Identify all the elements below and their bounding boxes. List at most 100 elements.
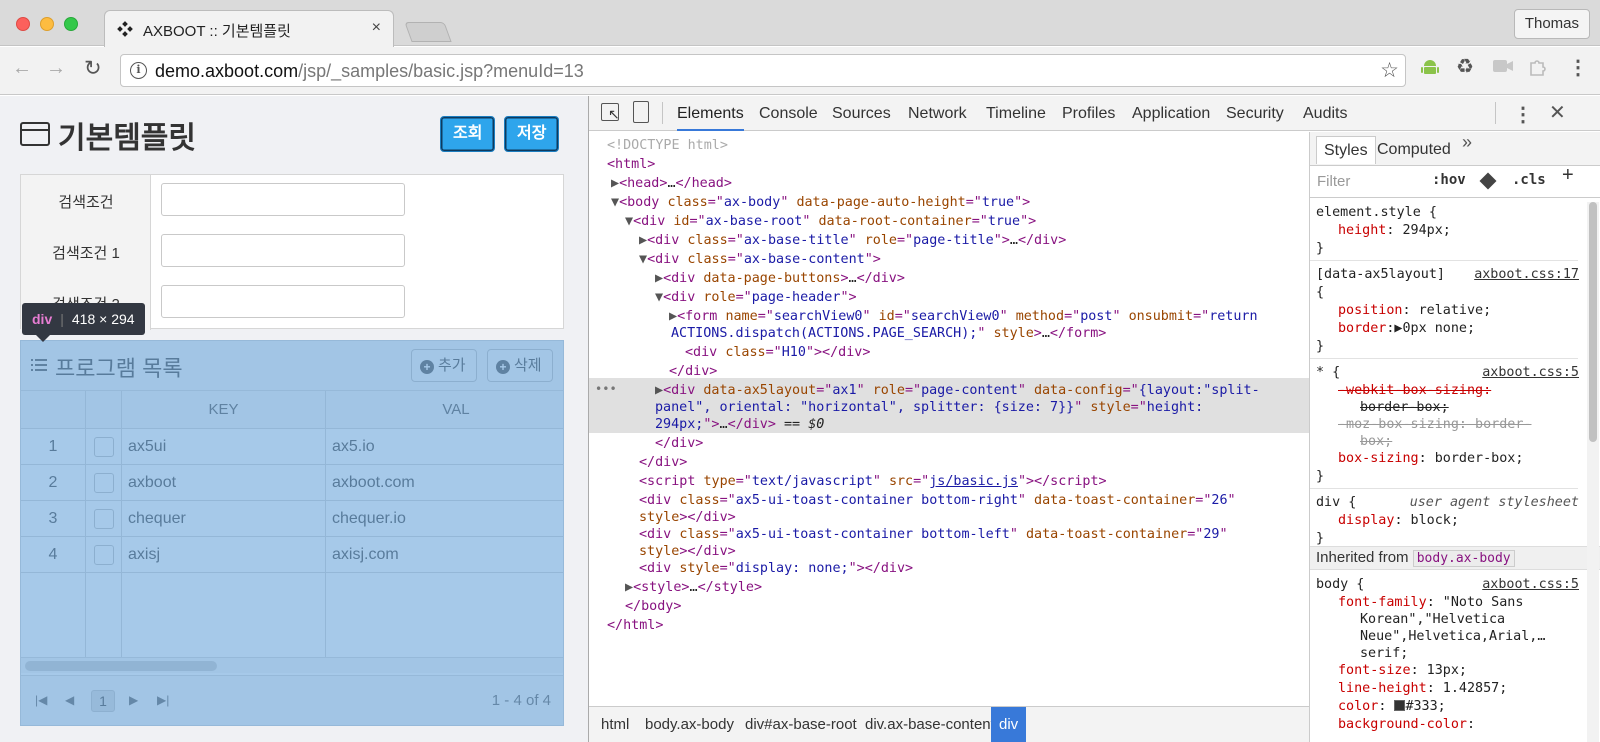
style-rule-line[interactable]: element.style { bbox=[1316, 204, 1437, 221]
breadcrumb-body[interactable]: body.ax-body bbox=[637, 707, 742, 742]
device-toggle-icon[interactable] bbox=[633, 101, 649, 123]
puzzle-extension-icon[interactable] bbox=[1528, 57, 1548, 81]
tree-line[interactable]: ACTIONS.dispatch(ACTIONS.PAGE_SEARCH);" … bbox=[671, 324, 1309, 343]
tree-line[interactable]: ▼<body class="ax-body" data-page-auto-he… bbox=[611, 193, 1309, 212]
scrollbar-thumb[interactable] bbox=[25, 661, 217, 671]
styles-scrollbar[interactable] bbox=[1587, 202, 1599, 742]
bookmark-star-icon[interactable]: ☆ bbox=[1380, 58, 1399, 83]
breadcrumb-base-root[interactable]: div#ax-base-root bbox=[737, 707, 865, 742]
recycle-extension-icon[interactable]: ♻ bbox=[1456, 57, 1474, 77]
style-rule-line[interactable]: height: 294px; bbox=[1338, 222, 1451, 239]
tab-console[interactable]: Console bbox=[759, 96, 818, 131]
row-checkbox[interactable] bbox=[94, 509, 114, 529]
row-key[interactable]: axisj bbox=[122, 537, 326, 573]
class-toggle[interactable]: .cls bbox=[1512, 172, 1546, 189]
row-key[interactable]: axboot bbox=[122, 465, 326, 501]
tree-line[interactable]: <div class="H10"></div> bbox=[685, 343, 1309, 362]
style-rule-line[interactable]: serif; bbox=[1360, 645, 1408, 662]
minimize-window-button[interactable] bbox=[40, 17, 54, 31]
browser-menu-icon[interactable]: ⋮ bbox=[1568, 55, 1588, 80]
row-checkbox[interactable] bbox=[94, 473, 114, 493]
hover-state-toggle[interactable]: :hov bbox=[1432, 172, 1466, 189]
forward-arrow-icon[interactable]: → bbox=[46, 57, 66, 80]
row-check-cell[interactable] bbox=[86, 501, 122, 537]
column-header-val[interactable]: VAL bbox=[326, 391, 563, 429]
table-row[interactable]: 3 chequer chequer.io bbox=[21, 501, 563, 537]
page-number-current[interactable]: 1 bbox=[91, 690, 115, 712]
row-check-cell[interactable] bbox=[86, 537, 122, 573]
style-rule-line[interactable]: div { bbox=[1316, 494, 1356, 511]
row-checkbox[interactable] bbox=[94, 437, 114, 457]
color-swatch[interactable] bbox=[1394, 700, 1406, 711]
breadcrumb-base-content[interactable]: div.ax-base-content bbox=[857, 707, 1003, 742]
tab-security[interactable]: Security bbox=[1226, 96, 1284, 131]
paint-icon[interactable] bbox=[1479, 172, 1497, 190]
element-picker-icon[interactable] bbox=[601, 103, 620, 123]
camera-extension-icon[interactable] bbox=[1492, 57, 1514, 79]
reload-icon[interactable]: ↻ bbox=[84, 56, 102, 81]
tab-close-icon[interactable]: × bbox=[372, 19, 381, 37]
source-link[interactable]: axboot.css:5 bbox=[1482, 364, 1579, 381]
breadcrumb-html[interactable]: html bbox=[593, 707, 637, 742]
tab-profiles[interactable]: Profiles bbox=[1062, 96, 1115, 131]
tree-line[interactable]: ▼<div id="ax-base-root" data-root-contai… bbox=[625, 212, 1309, 231]
row-val[interactable]: axboot.com bbox=[326, 465, 563, 501]
style-rule-line[interactable]: line-height: 1.42857; bbox=[1338, 680, 1507, 697]
tab-styles[interactable]: Styles bbox=[1316, 136, 1376, 164]
browser-tab-active[interactable]: AXBOOT :: 기본템플릿 × bbox=[104, 10, 394, 47]
style-rule-line[interactable]: Neue",Helvetica,Arial,… bbox=[1360, 628, 1545, 645]
android-extension-icon[interactable] bbox=[1420, 57, 1440, 81]
tree-line[interactable]: ▼<div role="page-header"> bbox=[655, 288, 1309, 307]
table-row[interactable]: 2 axboot axboot.com bbox=[21, 465, 563, 501]
tab-network[interactable]: Network bbox=[908, 96, 967, 131]
style-rule-line[interactable]: border:▶0px none; bbox=[1338, 320, 1475, 337]
style-rule-line[interactable]: body { bbox=[1316, 576, 1364, 593]
source-link[interactable]: axboot.css:17 bbox=[1474, 266, 1579, 283]
style-rule-line[interactable]: color: #333; bbox=[1338, 698, 1446, 715]
first-page-icon[interactable]: |◀ bbox=[35, 693, 47, 707]
next-page-icon[interactable]: ▶ bbox=[129, 693, 138, 707]
tab-timeline[interactable]: Timeline bbox=[986, 96, 1046, 131]
tree-line[interactable]: </body> bbox=[625, 597, 1309, 616]
column-header-check[interactable] bbox=[86, 391, 122, 429]
search-input-0[interactable] bbox=[161, 183, 405, 216]
tree-line[interactable]: ▶<head>…</head> bbox=[611, 174, 1309, 193]
tree-line[interactable]: <script type="text/javascript" src="js/b… bbox=[639, 472, 1309, 491]
tab-sources[interactable]: Sources bbox=[832, 96, 891, 131]
tab-computed[interactable]: Computed bbox=[1370, 136, 1458, 164]
search-input-1[interactable] bbox=[161, 234, 405, 267]
row-check-cell[interactable] bbox=[86, 465, 122, 501]
tree-line[interactable]: <div style="display: none;"></div> bbox=[639, 559, 1309, 578]
address-bar[interactable]: i demo.axboot.com/jsp/_samples/basic.jsp… bbox=[120, 54, 1406, 87]
horizontal-scrollbar[interactable] bbox=[21, 657, 563, 673]
style-rule-line[interactable]: -moz-box-sizing: border- bbox=[1338, 416, 1531, 433]
style-rule-line[interactable]: display: block; bbox=[1338, 512, 1459, 529]
node-actions-icon[interactable]: ••• bbox=[595, 380, 617, 399]
breadcrumb-div-selected[interactable]: div bbox=[991, 707, 1027, 742]
tree-line[interactable]: <!DOCTYPE html> bbox=[607, 136, 1309, 155]
tree-line[interactable]: </div> bbox=[669, 362, 1309, 381]
style-rule-line[interactable]: box-sizing: border-box; bbox=[1338, 450, 1523, 467]
profile-button[interactable]: Thomas bbox=[1513, 9, 1590, 39]
tree-line[interactable]: </html> bbox=[607, 616, 1309, 635]
tree-line[interactable]: ▶<div class="ax-base-title" role="page-t… bbox=[639, 231, 1309, 250]
row-val[interactable]: axisj.com bbox=[326, 537, 563, 573]
tree-line[interactable]: ▶<style>…</style> bbox=[625, 578, 1309, 597]
style-rule-line[interactable]: font-family: "Noto Sans bbox=[1338, 594, 1523, 611]
style-rule-line[interactable]: -webkit-box-sizing: bbox=[1338, 382, 1491, 399]
style-rule-line[interactable]: Korean","Helvetica bbox=[1360, 611, 1505, 628]
tree-line-selected[interactable]: 294px;">…</div> == $0 bbox=[655, 415, 1309, 434]
tree-line[interactable]: </div> bbox=[639, 453, 1309, 472]
search-input-2[interactable] bbox=[161, 285, 405, 318]
style-rule-line[interactable]: border-box; bbox=[1360, 399, 1449, 416]
tree-line[interactable]: ▼<div class="ax-base-content"> bbox=[639, 250, 1309, 269]
scrollbar-thumb[interactable] bbox=[1589, 202, 1597, 442]
row-val[interactable]: ax5.io bbox=[326, 429, 563, 465]
tab-audits[interactable]: Audits bbox=[1303, 96, 1347, 131]
source-link[interactable]: axboot.css:5 bbox=[1482, 576, 1579, 593]
zoom-window-button[interactable] bbox=[64, 17, 78, 31]
style-rule-line[interactable]: * { bbox=[1316, 364, 1340, 381]
elements-tree[interactable]: ••• <!DOCTYPE html> <html> ▶<head>…</hea… bbox=[589, 132, 1309, 706]
back-arrow-icon[interactable]: ← bbox=[12, 57, 32, 80]
search-button[interactable]: 조회 bbox=[440, 116, 496, 152]
